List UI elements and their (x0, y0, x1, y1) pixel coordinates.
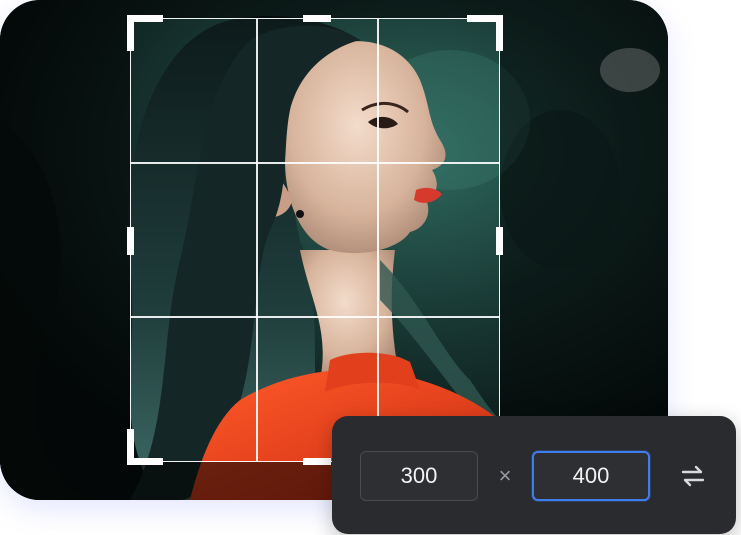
width-input[interactable] (360, 451, 478, 501)
crop-editor: × (0, 0, 741, 535)
crop-handle-top-left[interactable] (127, 15, 163, 51)
grid-line-vertical-1 (256, 19, 258, 461)
crop-handle-top[interactable] (303, 15, 331, 22)
crop-size-panel: × (332, 416, 736, 534)
grid-line-vertical-2 (377, 19, 379, 461)
crop-frame[interactable] (127, 15, 503, 465)
swap-arrows-icon (681, 465, 705, 487)
grid-line-horizontal-1 (131, 162, 499, 164)
crop-handle-bottom[interactable] (303, 458, 331, 465)
height-input[interactable] (532, 451, 650, 501)
swap-dimensions-button[interactable] (676, 460, 710, 492)
crop-handle-right[interactable] (496, 227, 503, 255)
times-symbol: × (498, 463, 512, 488)
grid-line-horizontal-2 (131, 316, 499, 318)
crop-handle-left[interactable] (127, 227, 134, 255)
crop-handle-top-right[interactable] (467, 15, 503, 51)
crop-handle-bottom-left[interactable] (127, 429, 163, 465)
